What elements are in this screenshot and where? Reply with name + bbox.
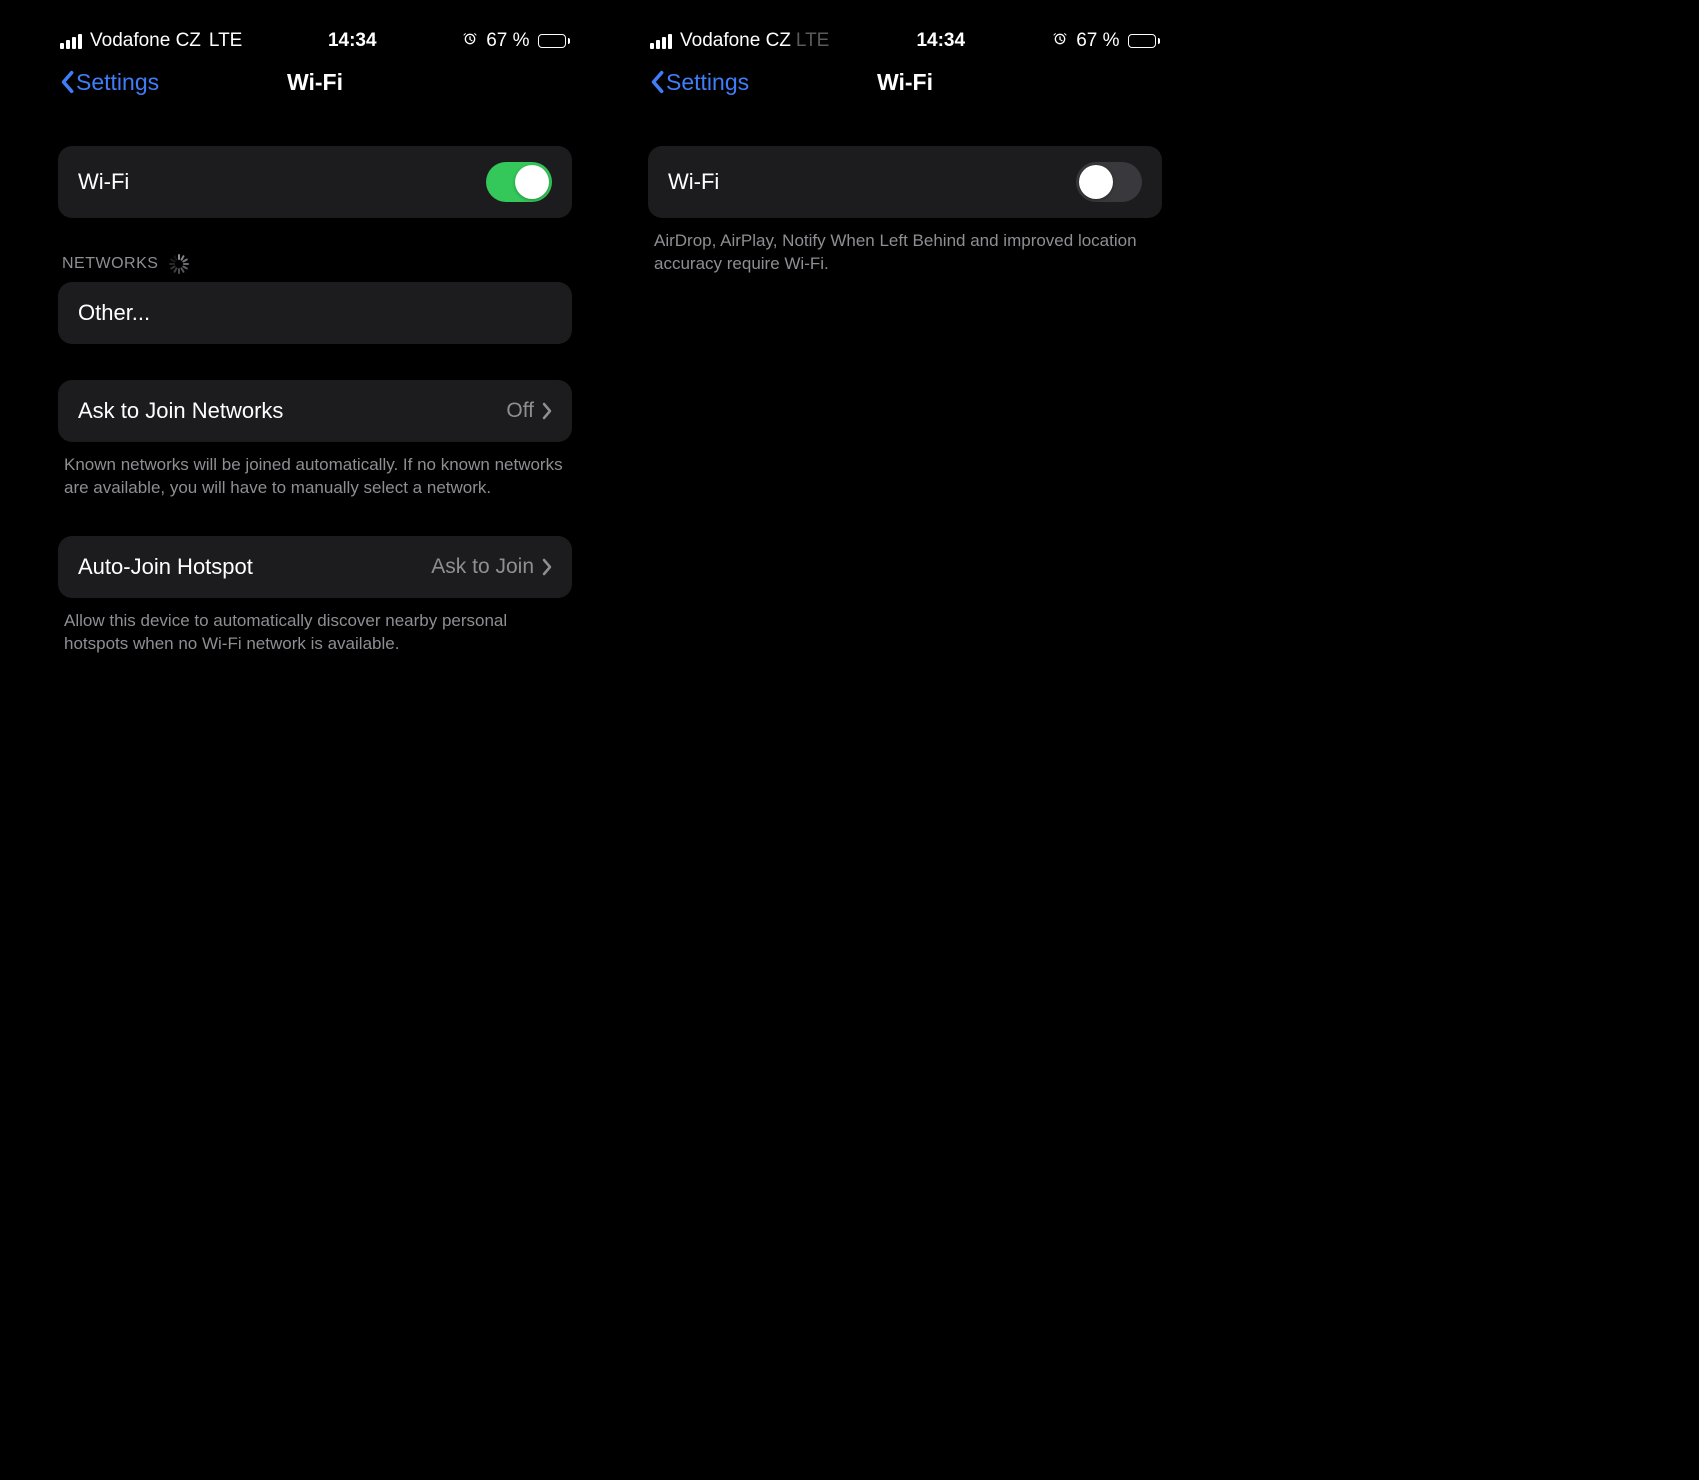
- wifi-off-footer: AirDrop, AirPlay, Notify When Left Behin…: [648, 218, 1162, 276]
- alarm-icon: [462, 31, 478, 52]
- nav-bar: Settings Wi-Fi: [40, 58, 590, 106]
- hotspot-footer: Allow this device to automatically disco…: [58, 598, 572, 656]
- phone-left: Vodafone CZ LTE 14:34 67 % Settings Wi-F…: [40, 20, 590, 1460]
- wifi-toggle[interactable]: [1076, 162, 1142, 202]
- carrier-label: Vodafone CZ: [680, 30, 791, 52]
- row-auto-join-hotspot[interactable]: Auto-Join Hotspot Ask to Join: [58, 536, 572, 598]
- signal-icon: [60, 34, 82, 49]
- battery-percent-label: 67 %: [1076, 30, 1119, 52]
- nav-title: Wi-Fi: [287, 69, 343, 96]
- group-wifi: Wi-Fi AirDrop, AirPlay, Notify When Left…: [648, 146, 1162, 276]
- group-networks: NETWORKS Other...: [58, 254, 572, 344]
- group-ask: Ask to Join Networks Off Known networks …: [58, 380, 572, 500]
- back-button[interactable]: Settings: [650, 69, 749, 96]
- carrier-label: Vodafone CZ: [90, 30, 201, 52]
- alarm-icon: [1052, 31, 1068, 52]
- wifi-toggle[interactable]: [486, 162, 552, 202]
- section-header-networks: NETWORKS: [58, 254, 572, 282]
- row-wifi-label: Wi-Fi: [78, 169, 129, 195]
- status-bar: Vodafone CZ LTE 14:34 67 %: [40, 20, 590, 58]
- ask-label: Ask to Join Networks: [78, 398, 283, 424]
- signal-icon: [650, 34, 672, 49]
- battery-icon: [538, 34, 571, 48]
- back-button[interactable]: Settings: [60, 69, 159, 96]
- status-right: 67 %: [462, 30, 570, 52]
- group-wifi: Wi-Fi: [58, 146, 572, 218]
- data-mode-label: LTE: [209, 30, 242, 52]
- back-button-label: Settings: [666, 69, 749, 96]
- toggle-knob: [1079, 165, 1113, 199]
- toggle-knob: [515, 165, 549, 199]
- row-other-label: Other...: [78, 300, 150, 326]
- nav-bar: Settings Wi-Fi: [630, 58, 1180, 106]
- battery-percent-label: 67 %: [486, 30, 529, 52]
- data-mode-faint: LTE: [796, 30, 829, 52]
- phone-right: Vodafone CZ LTE 14:34 67 % Settings Wi-F…: [630, 20, 1180, 1460]
- hotspot-label: Auto-Join Hotspot: [78, 554, 253, 580]
- status-right: 67 %: [1052, 30, 1160, 52]
- row-wifi-label: Wi-Fi: [668, 169, 719, 195]
- chevron-left-icon: [650, 70, 664, 94]
- status-bar: Vodafone CZ LTE 14:34 67 %: [630, 20, 1180, 58]
- spinner-icon: [168, 254, 188, 274]
- back-button-label: Settings: [76, 69, 159, 96]
- row-other[interactable]: Other...: [58, 282, 572, 344]
- hotspot-value: Ask to Join: [431, 555, 534, 579]
- nav-title: Wi-Fi: [877, 69, 933, 96]
- ask-footer: Known networks will be joined automatica…: [58, 442, 572, 500]
- status-time: 14:34: [328, 30, 377, 52]
- ask-value: Off: [506, 399, 534, 423]
- networks-header-label: NETWORKS: [62, 255, 158, 273]
- status-left: Vodafone CZ LTE: [650, 30, 829, 52]
- row-wifi[interactable]: Wi-Fi: [58, 146, 572, 218]
- chevron-left-icon: [60, 70, 74, 94]
- chevron-right-icon: [542, 402, 552, 420]
- row-wifi[interactable]: Wi-Fi: [648, 146, 1162, 218]
- hotspot-detail: Ask to Join: [431, 555, 552, 579]
- ask-detail: Off: [506, 399, 552, 423]
- row-ask-to-join[interactable]: Ask to Join Networks Off: [58, 380, 572, 442]
- group-hotspot: Auto-Join Hotspot Ask to Join Allow this…: [58, 536, 572, 656]
- status-time: 14:34: [916, 30, 965, 52]
- chevron-right-icon: [542, 558, 552, 576]
- battery-icon: [1128, 34, 1161, 48]
- status-left: Vodafone CZ LTE: [60, 30, 242, 52]
